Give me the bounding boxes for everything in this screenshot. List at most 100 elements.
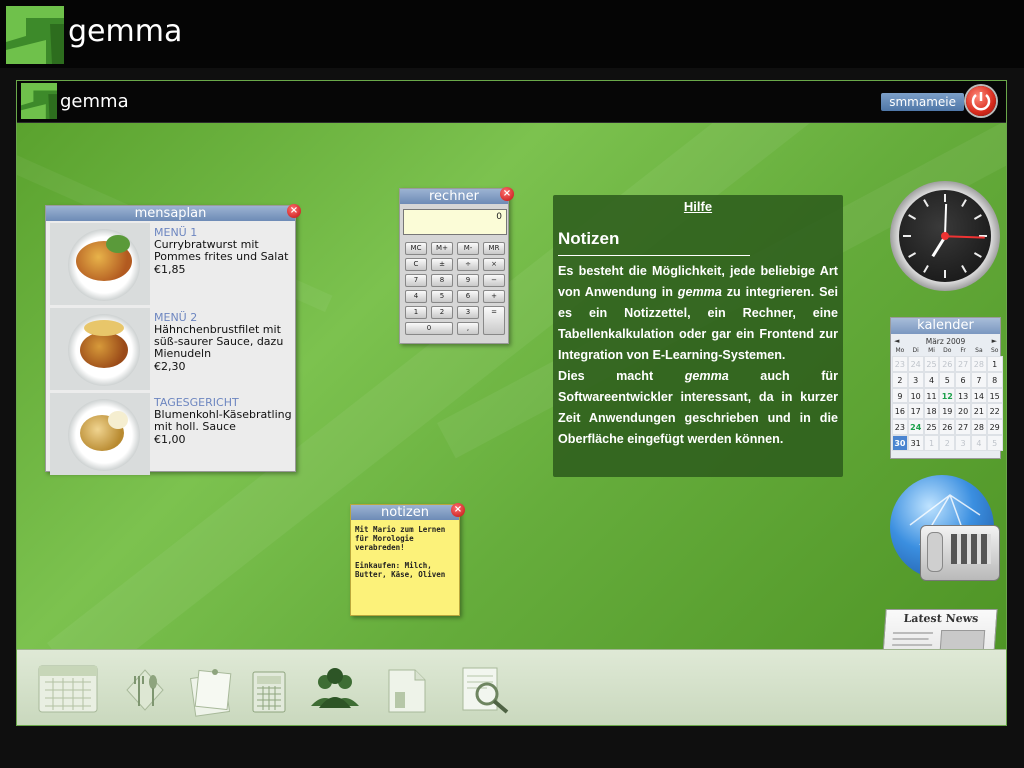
news-widget[interactable]: Latest News <box>880 609 998 649</box>
clock-widget[interactable] <box>890 181 1000 291</box>
calculator-key[interactable]: 4 <box>405 290 427 303</box>
calendar-day[interactable]: 25 <box>923 419 940 435</box>
calendar-day[interactable]: 15 <box>986 387 1003 404</box>
phone-icon[interactable] <box>920 525 1000 581</box>
cutlery-icon[interactable] <box>117 662 173 718</box>
calculator-key[interactable]: − <box>483 274 505 287</box>
calendar-day[interactable]: 10 <box>907 387 924 404</box>
calculator-key[interactable]: M+ <box>431 242 453 255</box>
calendar-day[interactable]: 5 <box>986 435 1003 451</box>
calendar-day[interactable]: 19 <box>939 403 956 420</box>
food-image <box>50 308 150 390</box>
calculator-key[interactable]: 2 <box>431 306 453 319</box>
calculator-key[interactable]: ± <box>431 258 453 271</box>
calendar-day[interactable]: 26 <box>939 419 956 435</box>
gemma-small-logo-icon <box>21 83 57 119</box>
calendar-day[interactable]: 1 <box>986 356 1003 372</box>
notes-widget[interactable]: notizen × Mit Mario zum Lernen für Morol… <box>350 503 465 616</box>
calculator-key[interactable]: 8 <box>431 274 453 287</box>
calendar-day[interactable]: 2 <box>939 435 956 451</box>
calculator-key[interactable]: × <box>483 258 505 271</box>
calculator-key[interactable]: 0 <box>405 322 453 335</box>
calendar-day[interactable]: 6 <box>955 371 971 388</box>
calendar-day[interactable]: 27 <box>955 356 971 372</box>
calculator-key[interactable]: C <box>405 258 427 271</box>
calendar-day[interactable]: 29 <box>986 419 1003 435</box>
calendar-day[interactable]: 12 <box>939 387 956 404</box>
calculator-widget[interactable]: rechner × 0 MC M+ M- MR C ± ÷ × 7 8 9−4 5 6 +1 2 3 0, = <box>399 187 514 344</box>
calculator-key[interactable]: 3 <box>457 306 479 319</box>
calendar-day[interactable]: 26 <box>939 356 956 372</box>
calendar-day[interactable]: 4 <box>971 435 987 451</box>
clock-tick <box>961 199 967 208</box>
calculator-key[interactable]: MR <box>483 242 505 255</box>
mensaplan-title[interactable]: mensaplan <box>46 206 295 221</box>
calendar-day[interactable]: 22 <box>986 403 1003 420</box>
calendar-day[interactable]: 28 <box>971 419 987 435</box>
calendar-day[interactable]: 9 <box>892 387 908 404</box>
calendar-day[interactable]: 30 <box>892 435 908 451</box>
notes-title[interactable]: notizen <box>351 505 459 520</box>
calendar-day[interactable]: 21 <box>971 403 987 420</box>
calculator-key[interactable]: ÷ <box>457 258 479 271</box>
calendar-day[interactable]: 11 <box>923 387 940 404</box>
calendar-day[interactable]: 13 <box>955 387 971 404</box>
calculator-key[interactable]: 9 <box>457 274 479 287</box>
calendar-day[interactable]: 2 <box>892 371 908 388</box>
calendar-day[interactable]: 24 <box>907 356 924 372</box>
calculator-key[interactable]: 5 <box>431 290 453 303</box>
calculator-key[interactable]: , <box>457 322 479 335</box>
calculator-key[interactable]: M- <box>457 242 479 255</box>
clock-tick <box>944 270 946 278</box>
calendar-day[interactable]: 4 <box>923 371 940 388</box>
folder-icon[interactable] <box>381 662 433 718</box>
calculator-key[interactable]: + <box>483 290 505 303</box>
calendar-day[interactable]: 23 <box>892 419 908 435</box>
people-icon[interactable] <box>303 662 367 718</box>
calendar-day[interactable]: 1 <box>923 435 940 451</box>
help-heading[interactable]: Hilfe <box>553 199 843 214</box>
calendar-day[interactable]: 27 <box>955 419 971 435</box>
calculator-key[interactable]: MC <box>405 242 427 255</box>
menu-item: TAGESGERICHT Blumenkohl-Käsebratling mit… <box>50 393 292 475</box>
calculator-key[interactable]: 1 <box>405 306 427 319</box>
calculator-key[interactable]: 6 <box>457 290 479 303</box>
calendar-day[interactable]: 14 <box>971 387 987 404</box>
calendar-day[interactable]: 3 <box>955 435 971 451</box>
calendar-day[interactable]: 20 <box>955 403 971 420</box>
calendar-day[interactable]: 3 <box>907 371 924 388</box>
calendar-day[interactable]: 16 <box>892 403 908 420</box>
close-icon[interactable]: × <box>287 204 301 218</box>
calendar-icon[interactable] <box>37 662 99 718</box>
menu-description: Hähnchenbrustfilet mit süß-saurer Sauce,… <box>154 323 284 360</box>
outer-header: gemma <box>0 0 1024 68</box>
calendar-title[interactable]: kalender <box>891 318 1000 334</box>
clock-tick <box>973 214 982 220</box>
calendar-widget[interactable]: kalender ◄ März 2009 ► Mo Di Mi Do Fr Sa So 23 2… <box>890 317 1003 459</box>
calendar-day[interactable]: 23 <box>892 356 908 372</box>
calendar-weekday: Mo <box>895 347 905 354</box>
calendar-day[interactable]: 8 <box>986 371 1003 388</box>
close-icon[interactable]: × <box>451 503 465 517</box>
calculator-title[interactable]: rechner <box>400 189 508 204</box>
user-name-badge[interactable]: smmameie <box>881 93 964 111</box>
calendar-day[interactable]: 7 <box>971 371 987 388</box>
mensaplan-widget[interactable]: mensaplan × MENÜ 1 Currybratwurst mit Po… <box>45 204 301 475</box>
calendar-day[interactable]: 25 <box>923 356 940 372</box>
calendar-day[interactable]: 17 <box>907 403 924 420</box>
calculator-icon[interactable] <box>249 662 289 718</box>
notes-icon[interactable] <box>187 662 237 718</box>
calendar-day[interactable]: 31 <box>907 435 924 451</box>
note-text[interactable]: Mit Mario zum Lernen für Morologie verab… <box>355 525 459 579</box>
calendar-day[interactable]: 28 <box>971 356 987 372</box>
calculator-key[interactable]: 7 <box>405 274 427 287</box>
clock-tick <box>903 235 911 237</box>
close-icon[interactable]: × <box>500 187 514 201</box>
search-icon[interactable] <box>455 662 519 718</box>
calendar-day[interactable]: 24 <box>907 419 924 435</box>
power-icon[interactable] <box>966 86 996 116</box>
calendar-day[interactable]: 18 <box>923 403 940 420</box>
calculator-key[interactable]: = <box>483 306 505 335</box>
calendar-day[interactable]: 5 <box>939 371 956 388</box>
next-month-button[interactable]: ► <box>992 337 997 345</box>
